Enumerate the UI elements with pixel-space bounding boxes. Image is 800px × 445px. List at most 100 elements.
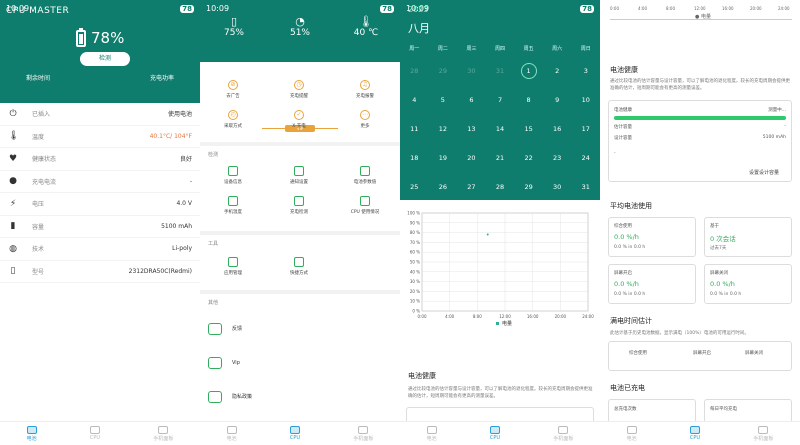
calendar-day[interactable]: 13 [457,125,486,133]
calendar-day[interactable]: 1 [514,63,543,80]
tool-item[interactable]: 快捷方式 [266,251,332,281]
tool-item[interactable]: ⋯ 更多 [332,104,398,134]
other-item[interactable]: Vip [200,346,400,379]
tool-item[interactable]: ◷ 充电提醒 [266,74,332,104]
nav-battery[interactable]: 电池 [226,425,237,442]
x-tick-label: 16:00 [527,314,539,319]
nav-label: 手机面板 [153,435,174,442]
stats-header: 10:09 78 ▯ 75% ◔ 51% 🌡 40 ℃ [200,0,400,62]
calendar-day[interactable]: 28 [486,183,515,191]
calendar-day[interactable]: 5 [429,96,458,104]
tool-icon [294,256,304,267]
tool-item[interactable]: 手机温度 [200,190,266,220]
calendar-day[interactable]: 12 [429,125,458,133]
nav-cpu[interactable]: CPU [490,426,500,441]
nav-label: CPU [689,435,701,441]
detect-button[interactable]: 检测 [80,52,130,66]
calendar-day[interactable]: 19 [429,154,458,162]
tool-icon [228,256,238,267]
y-tick-label: 0 % [412,309,420,314]
nav-dashboard[interactable]: 手机面板 [153,425,174,442]
full-col-screen-on: 屏幕开启 [693,351,711,356]
est-capacity-value: - [784,124,786,129]
avg-box-value: 0.0 %/h [614,233,639,241]
tool-item[interactable]: ✓ X-充电 [266,104,332,134]
other-item-label: Vip [232,359,240,366]
tool-icon [360,165,370,176]
calendar-day[interactable]: 8 [514,96,543,104]
calendar-day[interactable]: 25 [400,183,429,191]
calendar-month[interactable]: 八月 [408,20,430,36]
calendar-day[interactable]: 14 [486,125,515,133]
tool-item[interactable]: ⊘ 去广告 [200,74,266,104]
mini-chart-legend: ● 电量 [695,14,711,20]
calendar-day[interactable]: 31 [486,67,515,75]
calendar-day[interactable]: 10 [571,96,600,104]
tool-item[interactable]: 设备信息 [200,160,266,190]
day-number: 5 [440,96,445,105]
x-tick-label: 12:00 [499,314,511,319]
tool-item[interactable]: 应用管理 [200,251,266,281]
calendar-day[interactable]: 29 [429,67,458,75]
tool-item[interactable]: CPU 使用情况 [332,190,398,220]
nav-cpu[interactable]: CPU [90,426,100,441]
calendar-day[interactable]: 30 [457,67,486,75]
calendar-day[interactable]: 24 [571,154,600,162]
thermometer-icon: 🌡 [8,131,20,142]
calendar-day[interactable]: 23 [543,154,572,162]
battery-health-desc: 通过比较电池的估计容量与设计容量，可以了解电池的退化程度。较长的充电周期会提供更… [408,387,593,399]
status-time: 10:09 [406,4,430,13]
tool-item[interactable]: 电池参数值 [332,160,398,190]
tool-item[interactable]: 通知设置 [266,160,332,190]
info-value: - [189,177,192,185]
day-number: 8 [526,96,531,105]
tool-item[interactable]: ♫ 充电报警 [332,74,398,104]
tool-item[interactable]: ◴ 采取方式 [200,104,266,134]
calendar-day[interactable]: 4 [400,96,429,104]
day-number: 11 [410,124,419,133]
nav-cpu[interactable]: CPU [290,426,300,441]
calendar-day[interactable]: 9 [543,96,572,104]
cpu-nav-icon [89,426,100,434]
day-number: 12 [438,124,447,133]
calendar-day[interactable]: 27 [457,183,486,191]
nav-dashboard[interactable]: 手机面板 [353,425,373,442]
tool-icon: ⋯ [360,109,370,120]
calendar-day[interactable]: 21 [486,154,515,162]
nav-battery[interactable]: 电池 [426,425,437,442]
nav-label: CPU [89,435,101,441]
other-item[interactable]: 隐私政策 [200,380,400,413]
bottom-nav: 电池 CPU 手机面板 [0,421,200,445]
calendar-day[interactable]: 11 [400,125,429,133]
calendar-day[interactable]: 20 [457,154,486,162]
nav-cpu[interactable]: CPU [690,426,700,441]
calendar-day[interactable]: 2 [543,67,572,75]
y-tick-label: 10 % [410,299,420,304]
calendar-day[interactable]: 16 [543,125,572,133]
calendar-day[interactable]: 18 [400,154,429,162]
set-design-capacity-button[interactable]: 设置设计容量 [749,169,779,176]
info-row: ⏻ 已插入 使用电池 [0,103,200,126]
dashboard-nav-icon [358,425,369,434]
calendar-day[interactable]: 17 [571,125,600,133]
calendar-day[interactable]: 26 [429,183,458,191]
calendar-day[interactable]: 28 [400,67,429,75]
calendar-day[interactable]: 30 [543,183,572,191]
calendar-day[interactable]: 29 [514,183,543,191]
calendar-day[interactable]: 15 [514,125,543,133]
nav-dashboard[interactable]: 手机面板 [753,425,773,442]
nav-battery[interactable]: 电池 [26,425,37,442]
calendar-day[interactable]: 3 [571,67,600,75]
calendar-day[interactable]: 6 [457,96,486,104]
tool-item[interactable]: 充电检测 [266,190,332,220]
day-number: 3 [583,67,588,76]
calendar-day[interactable]: 7 [486,96,515,104]
calendar-day[interactable]: 31 [571,183,600,191]
nav-dashboard[interactable]: 手机面板 [553,425,573,442]
y-tick-label: 30 % [410,279,420,284]
dashboard-nav-icon [758,425,769,434]
nav-battery[interactable]: 电池 [626,425,637,442]
calendar-day[interactable]: 22 [514,154,543,162]
day-number: 14 [495,124,505,133]
other-item[interactable]: 反馈 [200,312,400,345]
